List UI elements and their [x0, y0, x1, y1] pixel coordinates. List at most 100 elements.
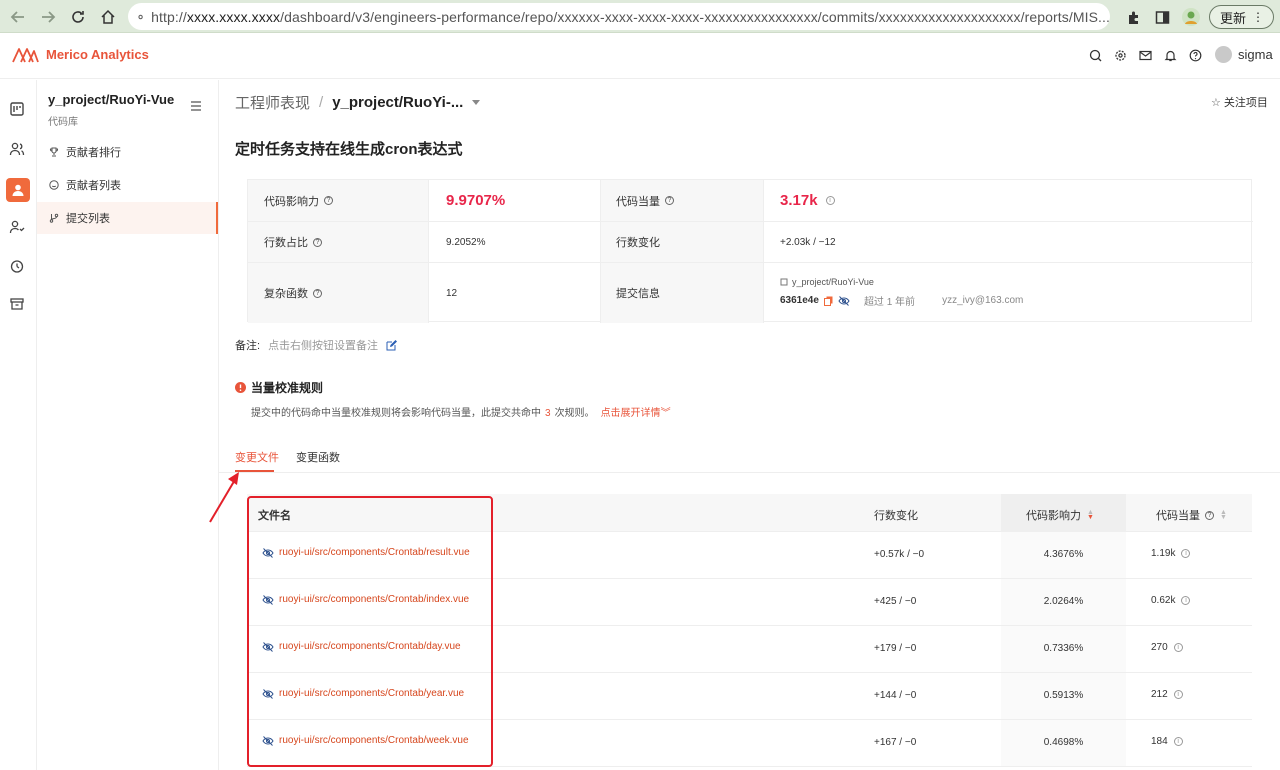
copy-icon[interactable] [823, 296, 833, 306]
forward-arrow-icon[interactable] [38, 7, 58, 27]
sort-desc-icon[interactable]: ▲ ▼ [1087, 509, 1094, 521]
sort-icon[interactable]: ▲ ▼ [1220, 509, 1227, 521]
file-link[interactable]: ruoyi-ui/src/components/Crontab/result.v… [262, 547, 470, 558]
commit-info-label: 提交信息 [616, 288, 660, 300]
note-placeholder: 点击右侧按钮设置备注 [268, 340, 379, 352]
follow-project-button[interactable]: ☆ 关注项目 [1211, 94, 1268, 110]
site-info-icon[interactable] [138, 10, 143, 24]
user-menu[interactable]: sigma [1215, 46, 1273, 63]
help-icon[interactable]: ? [324, 196, 333, 205]
help-icon[interactable]: ? [313, 288, 322, 298]
commit-repo-label: y_project/RuoYi-Vue [792, 277, 874, 287]
file-link[interactable]: ruoyi-ui/src/components/Crontab/year.vue [262, 688, 464, 699]
lines-change: +0.57k / −0 [874, 549, 925, 560]
file-name: ruoyi-ui/src/components/Crontab/week.vue [279, 735, 469, 746]
rules-count: 3 [545, 408, 551, 419]
expand-details-link[interactable]: 点击展开详情︾ [601, 408, 671, 419]
mail-icon[interactable] [1139, 49, 1153, 63]
app-header: Merico Analytics sigma [0, 34, 1280, 79]
breadcrumb-separator: / [319, 94, 324, 111]
caret-down-icon[interactable] [472, 99, 481, 106]
complex-label: 复杂函数 [264, 288, 308, 300]
timer-icon[interactable] [9, 258, 27, 276]
brand[interactable]: Merico Analytics [12, 46, 149, 63]
divider [248, 221, 1253, 222]
info-icon[interactable]: i [1173, 690, 1183, 699]
back-arrow-icon[interactable] [8, 7, 28, 27]
eye-off-icon[interactable] [262, 641, 274, 652]
contributor-icon[interactable] [9, 219, 27, 237]
eye-off-icon[interactable] [262, 594, 274, 605]
file-link[interactable]: ruoyi-ui/src/components/Crontab/index.vu… [262, 594, 469, 605]
file-link[interactable]: ruoyi-ui/src/components/Crontab/week.vue [262, 735, 469, 746]
tab-changed-functions[interactable]: 变更函数 [296, 449, 340, 465]
settings-gear-icon[interactable] [1114, 49, 1128, 63]
file-name: ruoyi-ui/src/components/Crontab/result.v… [279, 547, 470, 558]
info-icon[interactable]: i [1173, 737, 1183, 746]
commit-meta: 6361e4e 超过 1 年前 yzz_ivy@163.com [780, 293, 1023, 308]
rules-title-text: 当量校准规则 [251, 381, 324, 395]
sidebar-item-label: 贡献者列表 [66, 180, 121, 192]
update-label: 更新 [1219, 10, 1246, 26]
col-header-filename: 文件名 [258, 510, 291, 522]
search-icon[interactable] [1089, 49, 1103, 63]
eye-off-icon[interactable] [262, 547, 274, 558]
col-header-equiv[interactable]: 代码当量? ▲ ▼ [1156, 507, 1227, 523]
bell-icon[interactable] [1164, 49, 1178, 63]
breadcrumb-current[interactable]: y_project/RuoYi-... [332, 94, 463, 111]
note-row: 备注: 点击右侧按钮设置备注 [235, 337, 398, 353]
lines-ratio-value-cell: 9.2052% [429, 222, 600, 262]
table-row: ruoyi-ui/src/components/Crontab/week.vue… [247, 720, 1252, 767]
profile-avatar-icon[interactable] [1181, 7, 1201, 27]
tab-bar: 变更文件 变更函数 [219, 440, 1280, 473]
sidebar-item-contributor-list[interactable]: 贡献者列表 [37, 169, 218, 201]
eye-off-icon[interactable] [838, 295, 850, 306]
sidebar-toggle-icon[interactable] [1152, 7, 1172, 27]
update-button[interactable]: 更新 ⋮ [1209, 5, 1274, 29]
merico-logo-icon [12, 48, 39, 63]
address-bar[interactable]: http://xxxx.xxxx.xxxx/dashboard/v3/engin… [128, 3, 1110, 30]
lines-change: +167 / −0 [874, 737, 917, 748]
col-header-equiv-label: 代码当量 [1156, 510, 1200, 522]
commit-repo[interactable]: y_project/RuoYi-Vue [780, 277, 874, 287]
help-icon[interactable]: ? [1205, 510, 1214, 520]
equiv-value: 184 [1151, 736, 1168, 747]
repo-icon [780, 278, 788, 286]
file-name: ruoyi-ui/src/components/Crontab/year.vue [279, 688, 465, 699]
equiv-cell: 270 i [1151, 642, 1183, 653]
file-name: ruoyi-ui/src/components/Crontab/day.vue [279, 641, 461, 652]
brand-name: Merico Analytics [46, 47, 149, 62]
lines-change-label: 行数变化 [616, 237, 660, 249]
breadcrumb-root[interactable]: 工程师表现 [235, 92, 310, 113]
archive-icon[interactable] [9, 296, 27, 314]
help-icon[interactable]: ? [665, 196, 674, 205]
dashboard-icon[interactable] [9, 101, 27, 119]
user-name: sigma [1238, 47, 1273, 62]
home-icon[interactable] [98, 7, 118, 27]
menu-icon[interactable] [190, 101, 202, 111]
info-icon[interactable]: i [825, 196, 835, 205]
browser-toolbar: http://xxxx.xxxx.xxxx/dashboard/v3/engin… [0, 0, 1280, 33]
info-icon[interactable]: i [1173, 643, 1183, 652]
tab-changed-files[interactable]: 变更文件 [235, 449, 279, 465]
reload-icon[interactable] [68, 7, 88, 27]
impact-value: 0.5913% [1043, 690, 1084, 701]
sidebar-item-contributor-ranking[interactable]: 贡献者排行 [37, 136, 218, 168]
team-icon[interactable] [9, 141, 27, 159]
eye-off-icon[interactable] [262, 688, 274, 699]
help-icon[interactable] [1189, 49, 1203, 63]
sidebar-item-commit-list[interactable]: 提交列表 [37, 202, 218, 234]
info-icon[interactable]: i [1181, 549, 1191, 558]
eye-off-icon[interactable] [262, 735, 274, 746]
edit-icon[interactable] [386, 339, 398, 351]
file-link[interactable]: ruoyi-ui/src/components/Crontab/day.vue [262, 641, 461, 652]
avatar [1215, 46, 1232, 63]
engineer-icon[interactable] [6, 178, 30, 202]
extensions-icon[interactable] [1123, 7, 1143, 27]
col-header-impact[interactable]: 代码影响力 ▲ ▼ [1026, 507, 1094, 523]
info-icon[interactable]: i [1181, 596, 1191, 605]
help-icon[interactable]: ? [313, 237, 322, 247]
commit-hash[interactable]: 6361e4e [780, 295, 819, 306]
star-icon: ☆ [1211, 96, 1221, 109]
table-row: ruoyi-ui/src/components/Crontab/result.v… [247, 532, 1252, 579]
